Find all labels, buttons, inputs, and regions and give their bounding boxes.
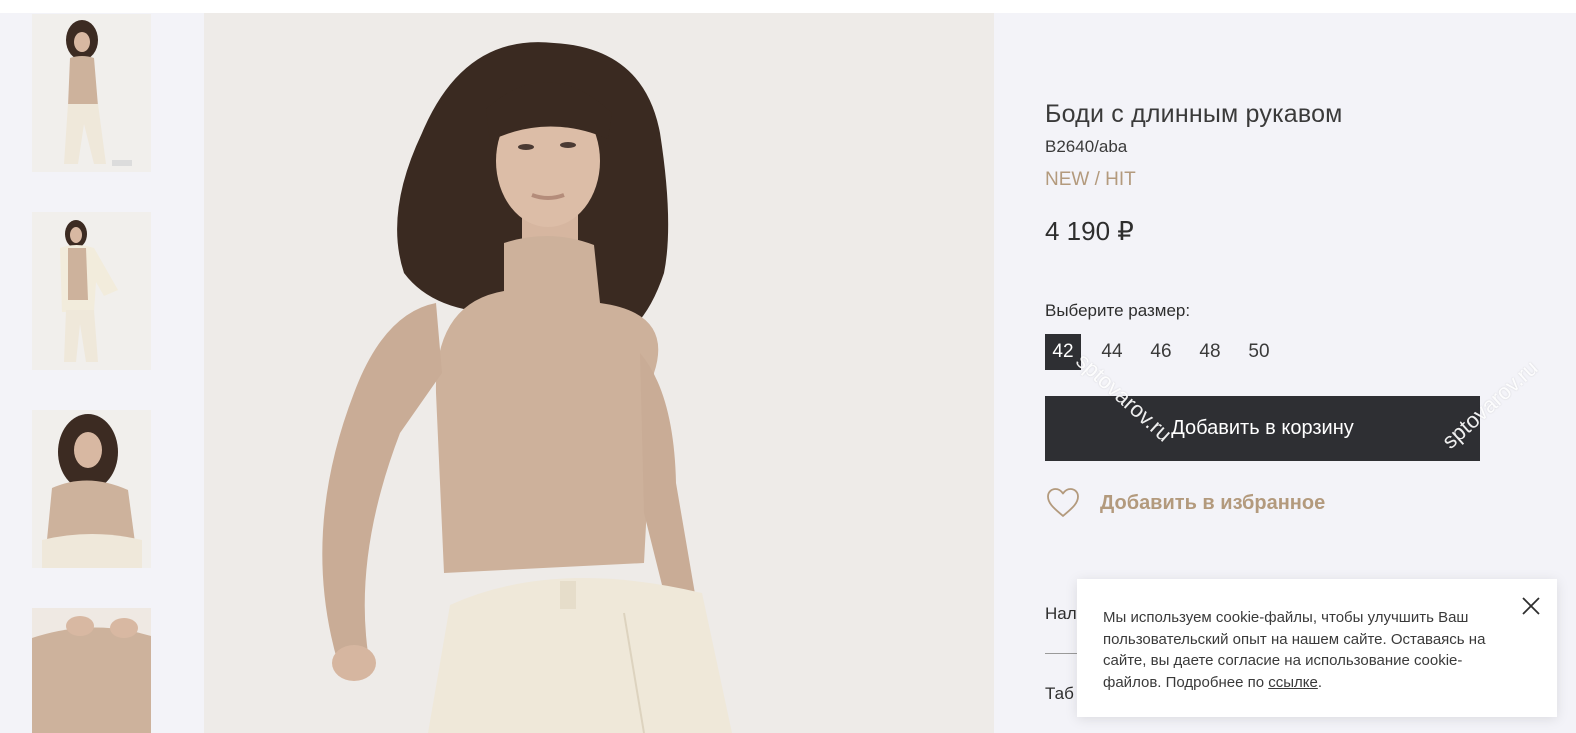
cookie-policy-link[interactable]: ссылке [1268,674,1318,691]
thumbnail-1[interactable] [32,14,151,172]
top-bar [0,0,1576,13]
add-to-cart-button[interactable]: Добавить в корзину [1045,396,1480,461]
model-photo [204,13,994,733]
info-section-heading[interactable]: Нал [1045,604,1077,624]
thumbnail-3[interactable] [32,410,151,568]
cookie-message: Мы используем cookie-файлы, чтобы улучши… [1103,607,1493,693]
thumbnail-1-photo [32,14,151,172]
size-option-42[interactable]: 42 [1045,334,1081,370]
size-table-link[interactable]: Таб [1045,684,1074,704]
size-selector: 42 44 46 48 50 [1045,334,1290,370]
close-icon [1522,597,1540,615]
cookie-banner: Мы используем cookie-файлы, чтобы улучши… [1077,579,1557,717]
add-to-favorites-label: Добавить в избранное [1100,491,1326,514]
size-option-46[interactable]: 46 [1143,334,1179,370]
cookie-close-button[interactable] [1520,595,1542,617]
cookie-text-end: . [1317,673,1323,691]
product-price: 4 190 ₽ [1045,216,1134,246]
size-option-48[interactable]: 48 [1192,334,1228,370]
add-to-favorites-button[interactable]: Добавить в избранное [1045,485,1325,521]
size-label: Выберите размер: [1045,301,1191,320]
size-option-44[interactable]: 44 [1094,334,1130,370]
thumbnail-2[interactable] [32,212,151,370]
heart-icon [1047,488,1079,517]
product-badge: NEW / HIT [1045,169,1136,190]
product-sku: B2640/aba [1045,137,1128,156]
thumbnail-3-photo [32,410,151,568]
main-product-image[interactable] [204,13,994,733]
thumbnail-4[interactable] [32,608,151,733]
size-option-50[interactable]: 50 [1241,334,1277,370]
product-title: Боди с длинным рукавом [1045,100,1343,128]
thumbnail-4-photo [32,608,151,733]
thumbnail-2-photo [32,212,151,370]
